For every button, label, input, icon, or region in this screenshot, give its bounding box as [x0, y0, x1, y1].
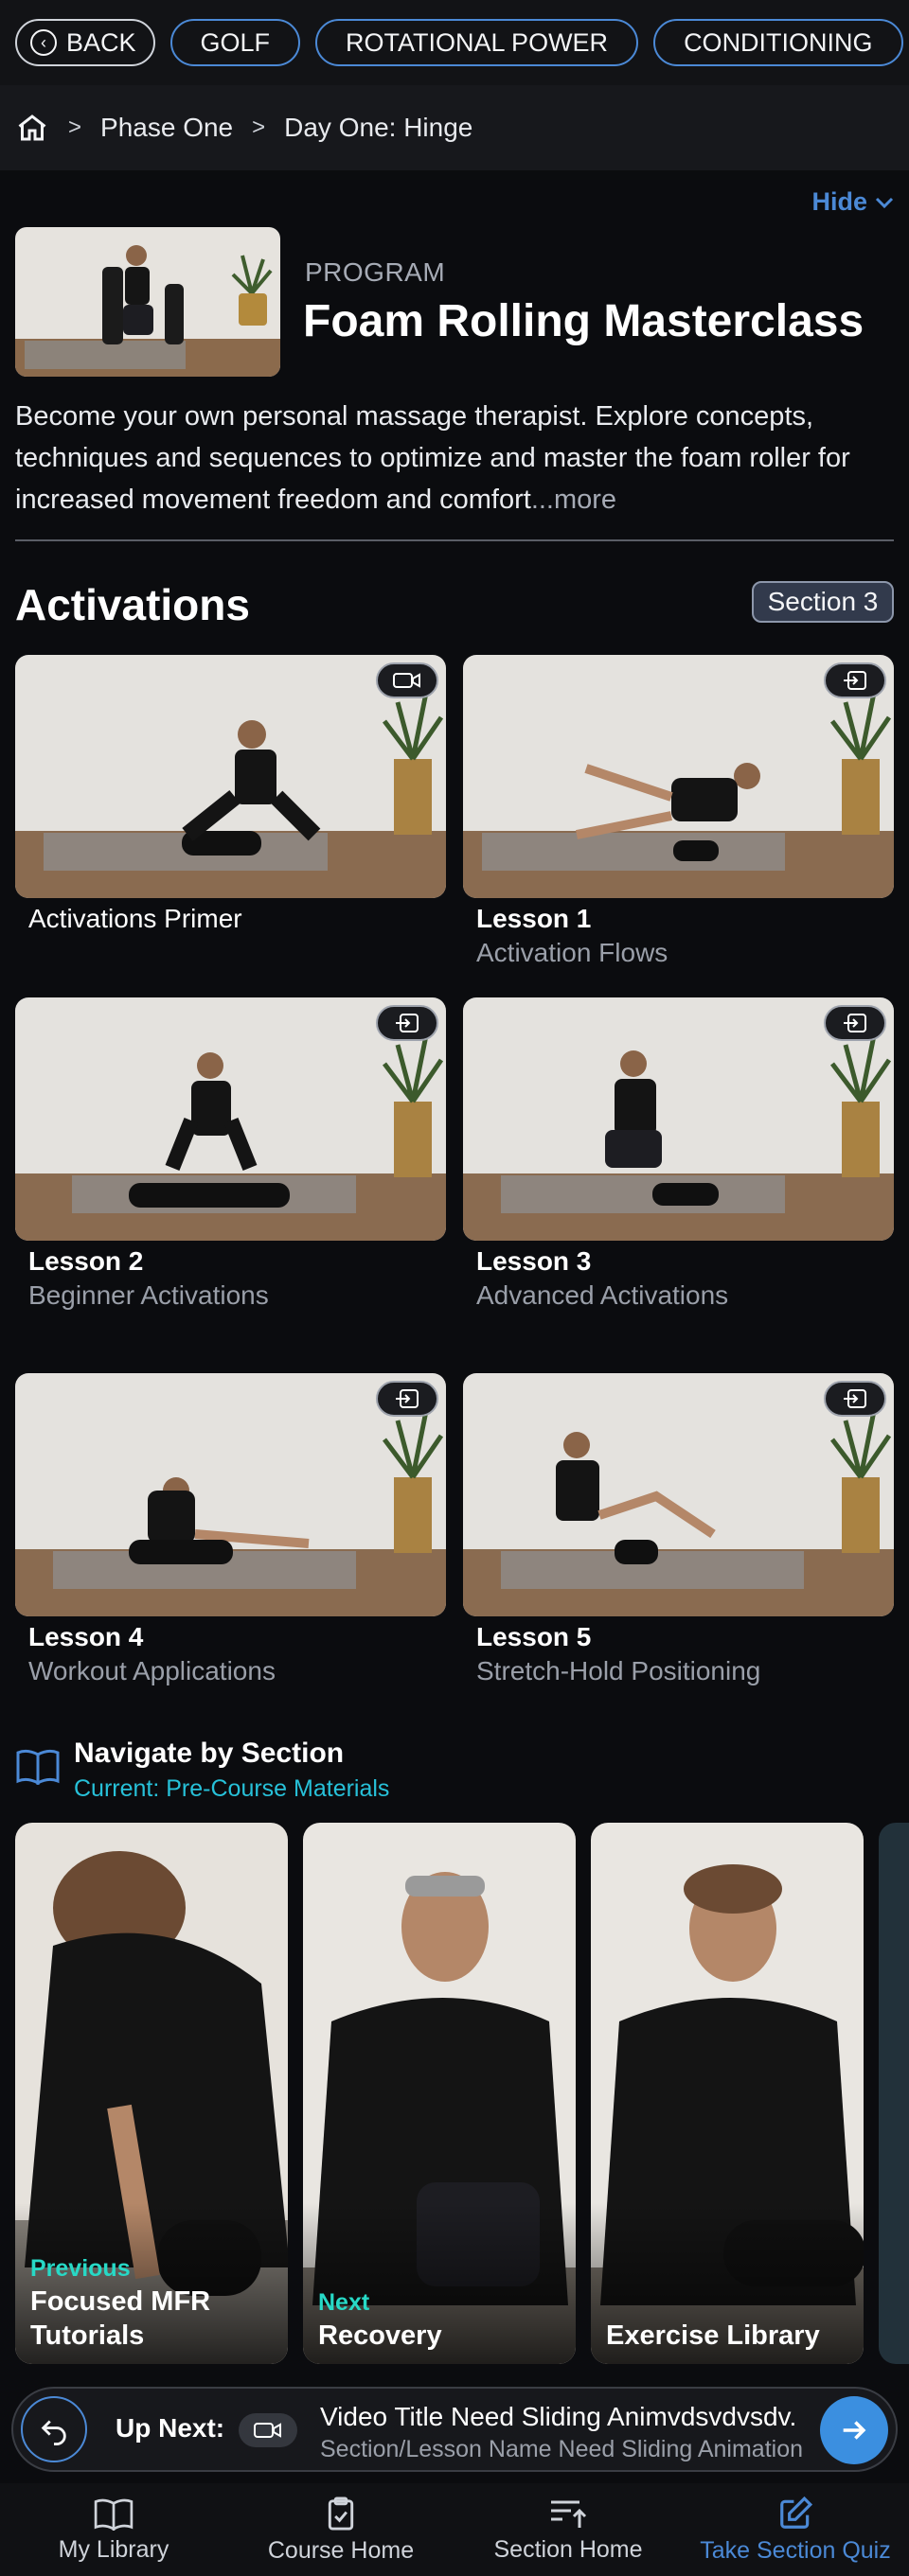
section-card-previous[interactable]: Previous Focused MFR Tutorials: [15, 1823, 288, 2364]
lesson-subtitle: Beginner Activations: [28, 1280, 269, 1310]
hide-label: Hide: [811, 187, 867, 216]
more-link[interactable]: ...more: [531, 485, 616, 515]
enter-icon: [824, 1005, 886, 1041]
up-next-section-lesson: Section/Lesson Name Need Sliding Animati…: [320, 2436, 804, 2462]
lesson-title: Lesson 1: [476, 904, 592, 933]
edit-icon: [780, 2496, 813, 2529]
navigate-current: Current: Pre-Course Materials: [74, 1775, 390, 1802]
tab-take-section-quiz[interactable]: Take Section Quiz: [682, 2483, 909, 2576]
section-card-next[interactable]: Next Recovery: [303, 1823, 576, 2364]
lesson-title: Lesson 4: [28, 1622, 144, 1651]
program-thumbnail: [15, 227, 280, 377]
program-label: PROGRAM: [305, 257, 446, 287]
divider: [15, 539, 894, 541]
undo-icon: [41, 2420, 66, 2445]
tab-section-home[interactable]: Section Home: [454, 2483, 682, 2576]
navigate-title: Navigate by Section: [74, 1738, 345, 1769]
lesson-thumbnail: [15, 1373, 446, 1616]
lesson-card[interactable]: Activations Primer: [15, 655, 446, 934]
back-button[interactable]: ‹ BACK: [15, 19, 155, 66]
chip-golf[interactable]: GOLF: [169, 19, 301, 66]
category-chip-bar: ‹ BACK GOLF ROTATIONAL POWER CONDITIONIN…: [0, 0, 909, 85]
lesson-subtitle: Activation Flows: [476, 938, 668, 967]
lesson-title: Activations Primer: [28, 904, 242, 933]
lesson-card[interactable]: Lesson 3 Advanced Activations: [463, 997, 894, 1311]
chevron-right-icon: >: [68, 115, 82, 140]
up-next-label: Up Next:: [116, 2413, 225, 2443]
chevron-left-icon: ‹: [30, 29, 57, 56]
undo-button[interactable]: [21, 2396, 87, 2462]
section-card-name: Recovery: [318, 2320, 442, 2351]
lesson-subtitle: Stretch-Hold Positioning: [476, 1656, 761, 1685]
chip-rotational-power[interactable]: ROTATIONAL POWER: [315, 19, 639, 66]
lesson-thumbnail: [463, 1373, 894, 1616]
section-card-name: Exercise Library: [606, 2320, 820, 2351]
section-title: Activations: [15, 580, 250, 629]
lesson-card[interactable]: Lesson 2 Beginner Activations: [15, 997, 446, 1311]
breadcrumb-day[interactable]: Day One: Hinge: [284, 113, 472, 143]
tab-label: My Library: [58, 2535, 169, 2563]
lesson-title: Lesson 3: [476, 1246, 592, 1276]
program-description-text: Become your own personal massage therapi…: [15, 401, 850, 515]
lesson-thumbnail: [15, 997, 446, 1241]
tab-label: Section Home: [493, 2535, 643, 2563]
lesson-thumbnail: [15, 655, 446, 898]
tab-my-library[interactable]: My Library: [0, 2483, 227, 2576]
enter-icon: [376, 1005, 438, 1041]
tab-label: Course Home: [267, 2536, 415, 2564]
lesson-subtitle: Advanced Activations: [476, 1280, 729, 1310]
previous-tag: Previous: [30, 2255, 131, 2282]
section-card-name: Focused MFR Tutorials: [30, 2285, 210, 2353]
section-card-name-line: Focused MFR: [30, 2286, 211, 2317]
book-icon: [94, 2498, 134, 2531]
bottom-tab-bar: My Library Course Home Section Home Take…: [0, 2483, 909, 2576]
section-card-overflow[interactable]: [879, 1823, 909, 2364]
chip-conditioning[interactable]: CONDITIONING: [653, 19, 903, 66]
lesson-card[interactable]: Lesson 1 Activation Flows: [463, 655, 894, 968]
video-icon: [239, 2413, 297, 2447]
go-button[interactable]: [820, 2396, 888, 2464]
home-icon[interactable]: [15, 111, 49, 145]
section-badge: Section 3: [752, 581, 894, 623]
navigate-by-section-header: Navigate by Section Current: Pre-Course …: [15, 1738, 389, 1803]
arrow-right-icon: [843, 2421, 866, 2440]
lesson-card[interactable]: Lesson 4 Workout Applications: [15, 1373, 446, 1686]
up-next-video-title: Video Title Need Sliding Animvdsvdvsdv.: [320, 2402, 797, 2431]
tab-label: Take Section Quiz: [700, 2536, 891, 2564]
lesson-title: Lesson 2: [28, 1246, 144, 1276]
lesson-card[interactable]: Lesson 5 Stretch-Hold Positioning: [463, 1373, 894, 1686]
tab-course-home[interactable]: Course Home: [227, 2483, 454, 2576]
lesson-thumbnail: [463, 655, 894, 898]
breadcrumb-phase[interactable]: Phase One: [100, 113, 233, 143]
sort-up-icon: [551, 2500, 587, 2528]
back-label: BACK: [66, 27, 136, 57]
hide-toggle[interactable]: Hide: [811, 187, 894, 217]
video-icon: [376, 662, 438, 698]
chevron-right-icon: >: [252, 115, 266, 140]
program-description: Become your own personal massage therapi…: [15, 396, 896, 520]
enter-icon: [824, 1381, 886, 1417]
program-title: Foam Rolling Masterclass: [303, 296, 864, 346]
book-open-icon: [16, 1749, 60, 1785]
section-card-name-line: Tutorials: [30, 2320, 145, 2351]
breadcrumb: > Phase One > Day One: Hinge: [0, 85, 909, 170]
lesson-subtitle: Workout Applications: [28, 1656, 276, 1685]
enter-icon: [824, 662, 886, 698]
up-next-bar[interactable]: Up Next: Video Title Need Sliding Animvd…: [11, 2387, 898, 2472]
lesson-thumbnail: [463, 997, 894, 1241]
next-tag: Next: [318, 2289, 370, 2316]
section-card-exercise-library[interactable]: Exercise Library: [591, 1823, 864, 2364]
lesson-title: Lesson 5: [476, 1622, 592, 1651]
clipboard-icon: [328, 2496, 354, 2531]
chevron-down-icon: [875, 197, 894, 208]
enter-icon: [376, 1381, 438, 1417]
